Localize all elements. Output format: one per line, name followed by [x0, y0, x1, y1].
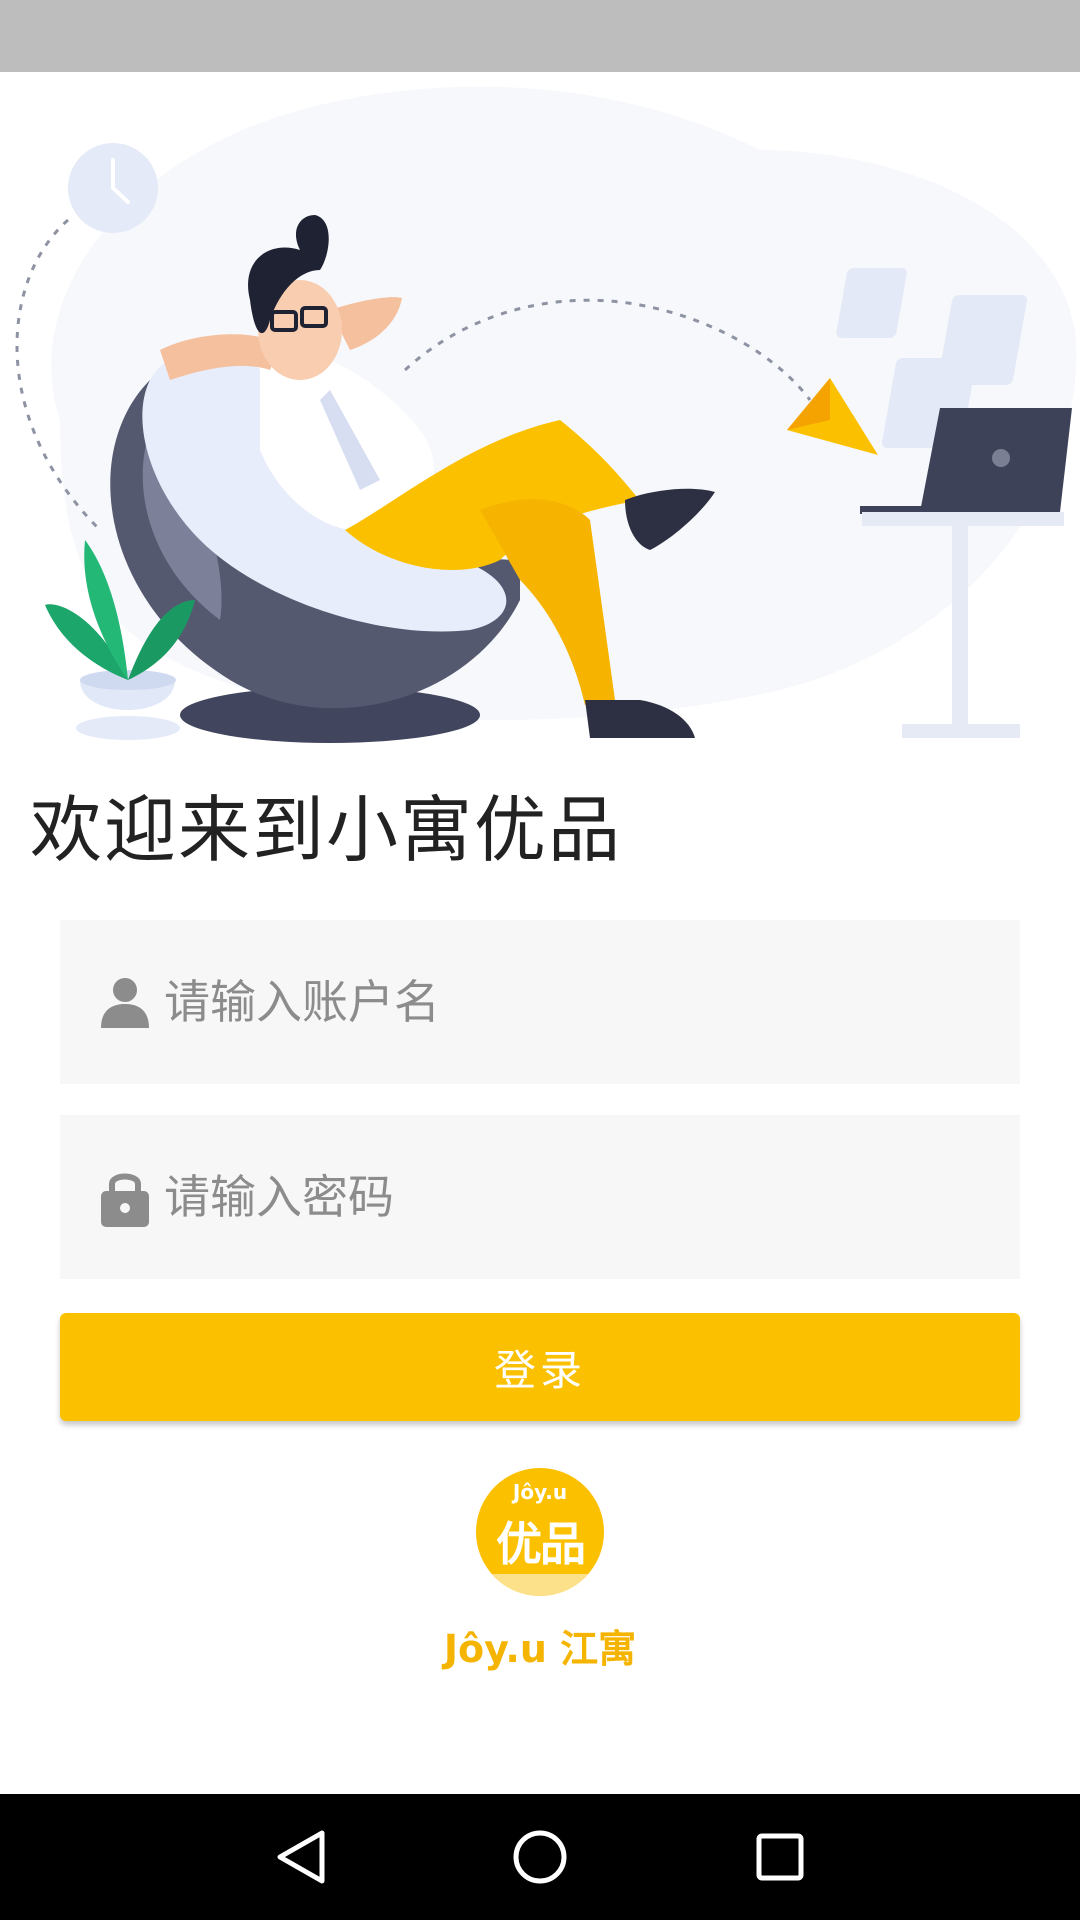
youpin-logo: Jôy.u 优品: [476, 1468, 604, 1596]
username-input[interactable]: [164, 975, 984, 1029]
home-icon[interactable]: [460, 1794, 620, 1920]
logo-small-text: Jôy.u: [512, 1480, 568, 1504]
status-bar: [0, 0, 1080, 72]
password-field[interactable]: [60, 1115, 1020, 1279]
logo-band: [476, 1574, 604, 1596]
navigation-bar: [0, 1794, 1080, 1920]
login-button[interactable]: 登录: [60, 1313, 1020, 1421]
clock-icon: [68, 143, 158, 233]
username-field[interactable]: [60, 920, 1020, 1084]
hero-illustration: [0, 72, 1080, 752]
recents-icon[interactable]: [700, 1794, 860, 1920]
person-icon: [100, 972, 150, 1032]
lock-icon: [100, 1167, 150, 1227]
back-icon[interactable]: [220, 1794, 380, 1920]
logo-big-text: 优品: [496, 1517, 586, 1571]
relaxing-man-illustration: [15, 86, 1077, 743]
welcome-title: 欢迎来到小寓优品: [30, 788, 623, 872]
brand-logo-text: Jôy.u 江寓: [443, 1627, 637, 1671]
password-input[interactable]: [164, 1170, 984, 1224]
